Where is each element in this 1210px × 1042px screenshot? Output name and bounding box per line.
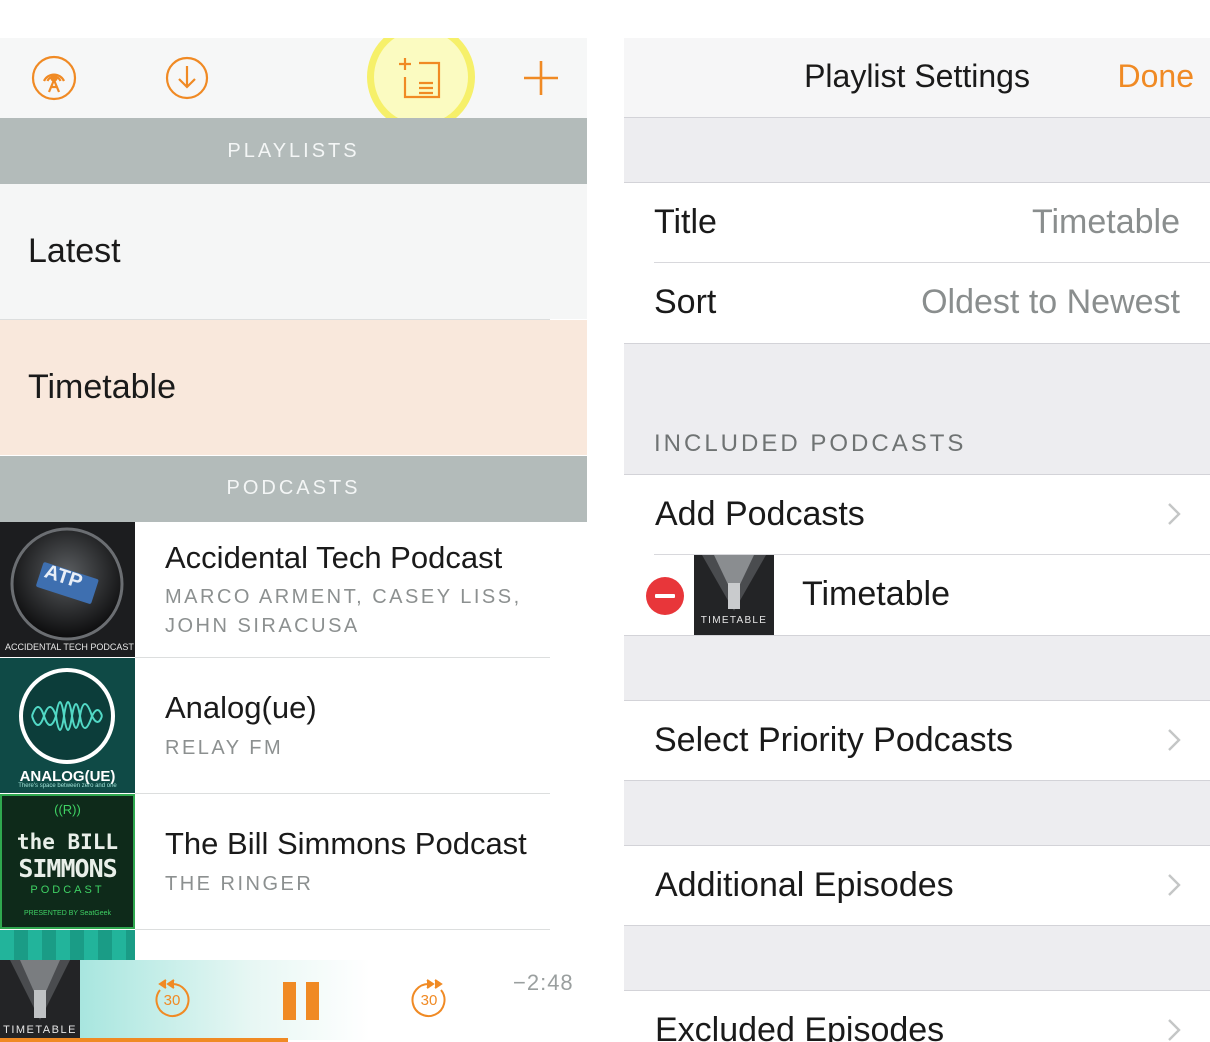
sort-label: Sort — [654, 283, 717, 321]
title-cell[interactable]: Title Timetable — [624, 183, 1210, 263]
playback-progress[interactable] — [0, 1038, 288, 1042]
playlist-label: Latest — [28, 232, 121, 270]
podcast-title: Accidental Tech Podcast — [165, 540, 503, 575]
group-separator — [624, 925, 1210, 926]
artwork-caption: PRESENTED BY SeatGeek — [23, 910, 112, 917]
plus-icon — [524, 61, 558, 95]
podcast-artwork: ANALOG(UE) There's space between zero an… — [0, 658, 135, 793]
select-priority-label: Select Priority Podcasts — [654, 721, 1014, 759]
now-playing-artwork[interactable]: TIMETABLE — [0, 960, 80, 1042]
sort-cell[interactable]: Sort Oldest to Newest — [624, 263, 1210, 343]
playlists-section-header: PLAYLISTS — [0, 118, 587, 184]
select-priority-cell[interactable]: Select Priority Podcasts — [624, 701, 1210, 781]
add-podcasts-label: Add Podcasts — [655, 495, 865, 533]
download-button[interactable] — [161, 52, 213, 104]
chevron-right-icon — [1168, 729, 1181, 751]
chevron-right-icon — [1168, 1019, 1181, 1041]
new-playlist-button[interactable] — [394, 52, 446, 104]
group-separator — [624, 635, 1210, 636]
skip-back-button[interactable]: 30 — [150, 978, 194, 1022]
ringer-logo: ((R)) — [54, 802, 81, 817]
artwork-text: TIMETABLE — [3, 1024, 77, 1036]
broadcast-button[interactable] — [28, 52, 80, 104]
chevron-right-icon — [1168, 503, 1181, 525]
playlists-panel: PLAYLISTS Latest Timetable PODCASTS ATP … — [0, 38, 587, 1042]
podcast-row-analogue[interactable]: ANALOG(UE) There's space between zero an… — [0, 658, 587, 794]
skip-forward-seconds: 30 — [420, 992, 438, 1009]
add-button[interactable] — [515, 52, 567, 104]
mini-player: TIMETABLE 30 30 −2:48 — [0, 960, 587, 1042]
podcast-row-bill-simmons[interactable]: ((R)) the BILL SIMMONS PODCAST PRESENTED… — [0, 794, 587, 930]
delete-button[interactable] — [646, 577, 684, 615]
included-podcast-name: Timetable — [802, 575, 951, 613]
chevron-right-icon — [1168, 874, 1181, 896]
artwork-text: the BILL — [16, 830, 119, 854]
title-label: Title — [654, 203, 717, 241]
included-podcasts-header: INCLUDED PODCASTS — [654, 430, 967, 457]
group-separator — [624, 780, 1210, 781]
artwork-text: TIMETABLE — [700, 615, 768, 626]
pause-button[interactable] — [281, 980, 321, 1022]
podcast-artwork: TIMETABLE — [694, 555, 774, 635]
new-playlist-icon — [399, 58, 441, 99]
artwork-caption: ACCIDENTAL TECH PODCAST — [5, 642, 134, 652]
podcast-row-atp[interactable]: ATP ACCIDENTAL TECH PODCAST Accidental T… — [0, 522, 587, 658]
additional-episodes-cell[interactable]: Additional Episodes — [624, 846, 1210, 926]
podcasts-section-header: PODCASTS — [0, 456, 587, 522]
podcast-title: The Bill Simmons Podcast — [165, 826, 527, 861]
playlist-label: Timetable — [28, 368, 177, 406]
pause-icon — [283, 982, 319, 1020]
skip-forward-button[interactable]: 30 — [407, 978, 451, 1022]
artwork-text: SIMMONS — [18, 854, 117, 883]
group-separator — [624, 343, 1210, 344]
add-podcasts-cell[interactable]: Add Podcasts — [624, 475, 1210, 555]
skip-back-seconds: 30 — [163, 992, 181, 1009]
podcast-artwork: ATP ACCIDENTAL TECH PODCAST — [0, 522, 135, 657]
navigation-bar: Playlist Settings Done — [624, 38, 1210, 118]
excluded-episodes-label: Excluded Episodes — [655, 1011, 945, 1042]
title-value: Timetable — [1031, 203, 1180, 241]
artwork-caption: There's space between zero and one — [18, 783, 117, 789]
playlist-settings-panel: Playlist Settings Done Title Timetable S… — [624, 38, 1210, 1042]
playlist-row-timetable[interactable]: Timetable — [0, 320, 587, 455]
player-background — [80, 960, 370, 1040]
sort-value: Oldest to Newest — [921, 283, 1180, 321]
playlist-row-latest[interactable]: Latest — [0, 184, 587, 319]
additional-episodes-label: Additional Episodes — [655, 866, 954, 904]
podcast-artwork: ((R)) the BILL SIMMONS PODCAST PRESENTED… — [0, 794, 135, 929]
row-separator — [135, 929, 550, 930]
artwork-text: PODCAST — [30, 884, 105, 896]
podcast-author: MARCO ARMENT, CASEY LISS, — [165, 586, 522, 608]
broadcast-icon — [31, 55, 77, 101]
toolbar — [0, 38, 587, 131]
podcast-author: JOHN SIRACUSA — [165, 615, 360, 637]
podcast-title: Analog(ue) — [165, 690, 317, 725]
done-button[interactable]: Done — [1118, 58, 1195, 95]
download-icon — [165, 56, 209, 100]
excluded-episodes-cell[interactable]: Excluded Episodes — [624, 991, 1210, 1042]
podcast-author: THE RINGER — [165, 873, 314, 895]
time-remaining: −2:48 — [513, 970, 574, 995]
included-podcast-row[interactable]: TIMETABLE Timetable — [624, 555, 1210, 635]
minus-icon — [655, 594, 675, 598]
podcast-author: RELAY FM — [165, 737, 284, 759]
podcast-artwork-partial — [0, 930, 135, 960]
